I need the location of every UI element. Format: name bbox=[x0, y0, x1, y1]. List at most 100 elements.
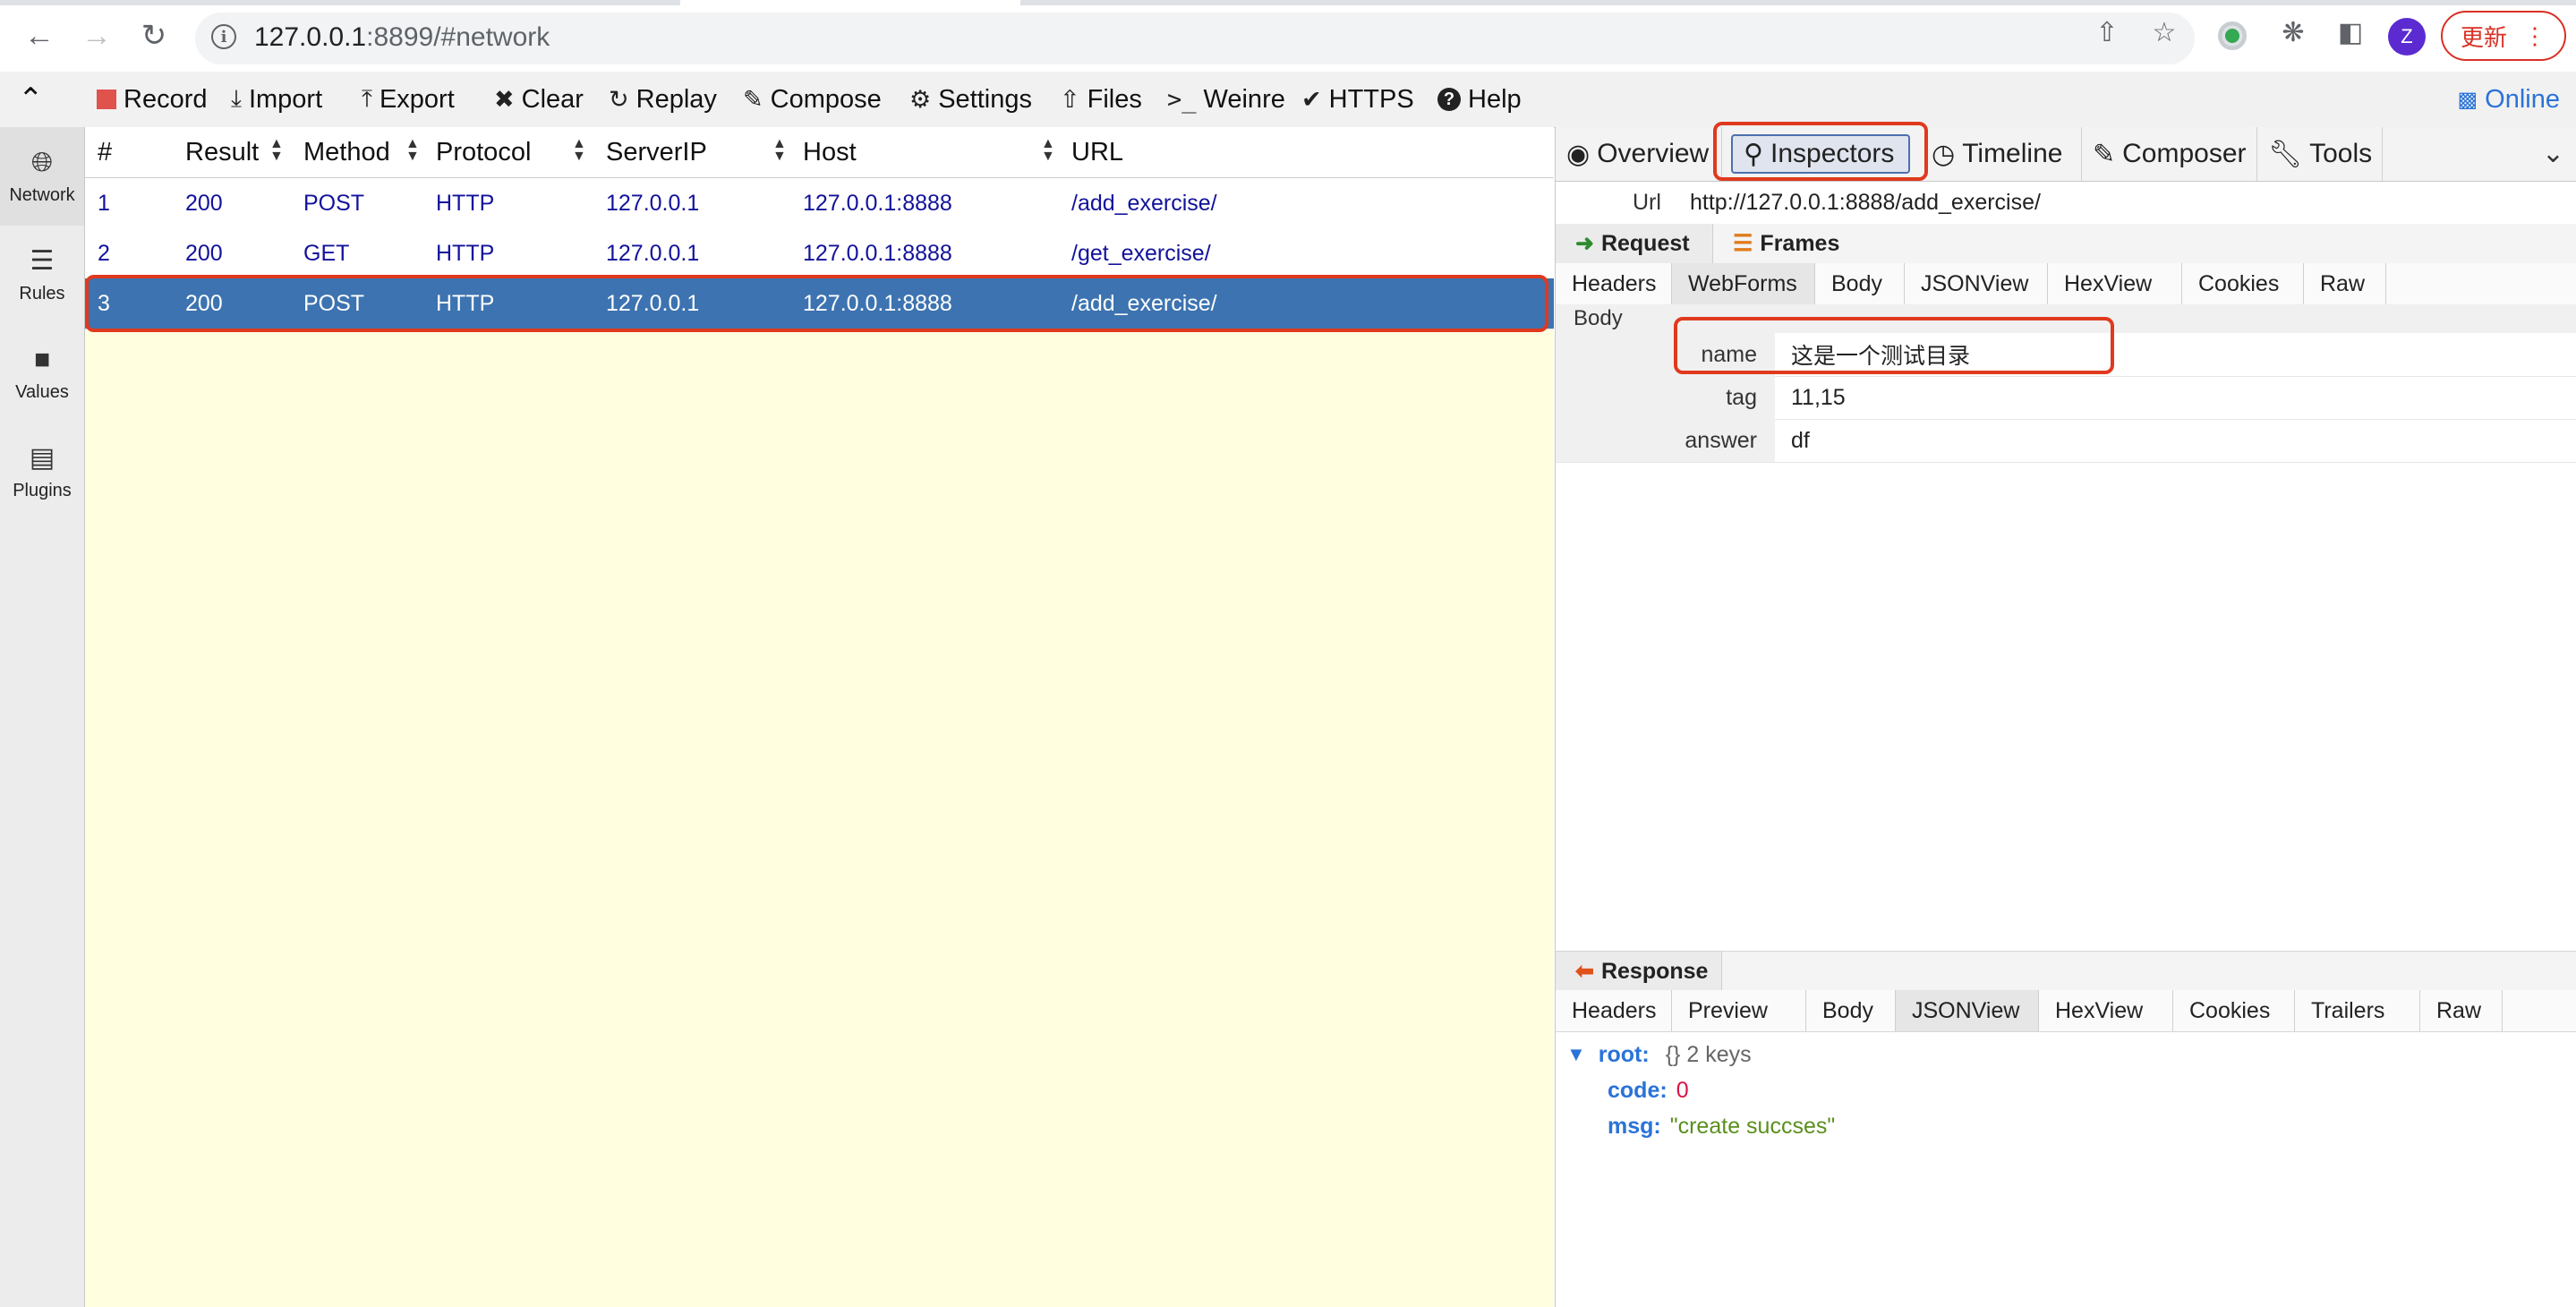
form-field-value[interactable]: 11,15 bbox=[1791, 376, 1846, 419]
tab-request-cookies[interactable]: Cookies bbox=[2182, 263, 2304, 304]
record-button[interactable]: Record bbox=[97, 72, 208, 127]
terminal-icon: >_ bbox=[1167, 85, 1197, 114]
files-button[interactable]: ⇧ Files bbox=[1060, 72, 1142, 127]
form-field-value[interactable]: df bbox=[1791, 419, 1810, 462]
active-browser-tab[interactable] bbox=[680, 0, 1020, 5]
settings-button[interactable]: ⚙ Settings bbox=[909, 72, 1032, 127]
highlight-box-selected-row bbox=[85, 275, 1548, 332]
form-field-row: answer df bbox=[1556, 419, 2576, 463]
column-header-serverip[interactable]: ServerIP bbox=[606, 127, 707, 177]
compose-icon: ✎ bbox=[743, 85, 763, 113]
sidebar-item-values[interactable]: ■ Values bbox=[0, 324, 84, 423]
profile-avatar[interactable]: Z bbox=[2388, 18, 2426, 56]
sort-icon[interactable]: ▲ ▼ bbox=[1041, 137, 1055, 164]
caret-down-icon[interactable]: ▼ bbox=[1566, 1043, 1586, 1066]
help-icon: ? bbox=[1437, 88, 1461, 111]
back-icon[interactable]: ← bbox=[14, 11, 64, 61]
replay-icon: ↻ bbox=[609, 85, 629, 113]
browser-chrome: ← → ↻ i 127.0.0.1:8899/#network ⇧ ☆ ❋ ◧ … bbox=[0, 0, 2576, 73]
https-button[interactable]: ✔ HTTPS bbox=[1301, 72, 1414, 127]
tab-request-raw[interactable]: Raw bbox=[2304, 263, 2386, 304]
tab-overview[interactable]: ◉ Overview bbox=[1556, 127, 1722, 181]
chevron-down-icon[interactable]: ⌄ bbox=[2542, 138, 2564, 169]
collapse-toolbar-icon[interactable]: ⌃ bbox=[18, 72, 44, 127]
arrow-right-icon: ➜ bbox=[1575, 231, 1594, 256]
tab-timeline[interactable]: ◷ Timeline bbox=[1921, 127, 2082, 181]
highlight-box-name-field bbox=[1674, 317, 2114, 374]
column-header-index[interactable]: # bbox=[98, 127, 112, 177]
extensions-puzzle-icon[interactable]: ❋ bbox=[2272, 11, 2315, 54]
sort-icon[interactable]: ▲ ▼ bbox=[269, 137, 284, 164]
sort-icon[interactable]: ▲ ▼ bbox=[772, 137, 787, 164]
column-header-result[interactable]: Result bbox=[185, 127, 259, 177]
response-tab[interactable]: ⬅ Response bbox=[1556, 952, 1722, 991]
online-status[interactable]: ▩ Online bbox=[2457, 72, 2560, 127]
sidebar-item-rules[interactable]: ☰ Rules bbox=[0, 226, 84, 324]
json-root-line[interactable]: ▼ root: {} 2 keys bbox=[1566, 1037, 1752, 1072]
extension-status-icon[interactable] bbox=[2218, 21, 2247, 50]
sort-icon[interactable]: ▲ ▼ bbox=[405, 137, 420, 164]
column-header-host[interactable]: Host bbox=[803, 127, 857, 177]
tab-composer-label: Composer bbox=[2122, 139, 2247, 168]
record-label: Record bbox=[124, 84, 208, 114]
tab-response-hexview[interactable]: HexView bbox=[2039, 990, 2173, 1031]
tab-composer[interactable]: ✎ Composer bbox=[2082, 127, 2257, 181]
reload-icon[interactable]: ↻ bbox=[129, 11, 179, 61]
tab-response-trailers[interactable]: Trailers bbox=[2295, 990, 2420, 1031]
sort-icon[interactable]: ▲ ▼ bbox=[572, 137, 586, 164]
json-entry: msg: "create succses" bbox=[1608, 1108, 1835, 1144]
folder-icon: ■ bbox=[33, 344, 51, 374]
tab-response-raw[interactable]: Raw bbox=[2420, 990, 2503, 1031]
sidebar-item-network[interactable]: 🌐︎ Network bbox=[0, 127, 84, 226]
clear-button[interactable]: ✖ Clear bbox=[494, 72, 584, 127]
update-button[interactable]: 更新 ⋮ bbox=[2441, 11, 2566, 61]
tab-response-headers[interactable]: Headers bbox=[1556, 990, 1672, 1031]
row-result: 200 bbox=[185, 240, 223, 266]
export-button[interactable]: ⤒ Export bbox=[362, 72, 455, 127]
column-header-protocol[interactable]: Protocol bbox=[436, 127, 531, 177]
address-bar[interactable]: i 127.0.0.1:8899/#network bbox=[195, 13, 2195, 64]
tab-response-body[interactable]: Body bbox=[1806, 990, 1896, 1031]
url-value[interactable]: http://127.0.0.1:8888/add_exercise/ bbox=[1690, 190, 2041, 216]
json-root-key: root: bbox=[1598, 1041, 1650, 1067]
table-row[interactable]: 2 200 GET HTTP 127.0.0.1 127.0.0.1:8888 … bbox=[85, 228, 1554, 279]
forward-icon[interactable]: → bbox=[72, 11, 122, 61]
replay-button[interactable]: ↻ Replay bbox=[609, 72, 717, 127]
wrench-icon: 🔧︎ bbox=[2268, 139, 2303, 169]
tab-request-hexview[interactable]: HexView bbox=[2048, 263, 2182, 304]
bookmark-star-icon[interactable]: ☆ bbox=[2143, 11, 2186, 54]
import-button[interactable]: ⤓ Import bbox=[231, 72, 322, 127]
table-row[interactable]: 1 200 POST HTTP 127.0.0.1 127.0.0.1:8888… bbox=[85, 178, 1554, 229]
form-field-key: answer bbox=[1556, 419, 1775, 462]
row-method: GET bbox=[303, 240, 350, 266]
tab-request-headers[interactable]: Headers bbox=[1556, 263, 1672, 304]
tab-request-webforms[interactable]: WebForms bbox=[1672, 263, 1815, 304]
row-method: POST bbox=[303, 190, 365, 216]
site-info-icon[interactable]: i bbox=[211, 24, 236, 49]
side-panel-icon[interactable]: ◧ bbox=[2329, 11, 2372, 54]
compose-label: Compose bbox=[770, 84, 882, 114]
import-icon: ⤓ bbox=[231, 85, 242, 112]
tab-tools[interactable]: 🔧︎ Tools bbox=[2257, 127, 2383, 181]
row-protocol: HTTP bbox=[436, 190, 495, 216]
address-url[interactable]: 127.0.0.1:8899/#network bbox=[254, 22, 550, 53]
row-protocol: HTTP bbox=[436, 240, 495, 266]
share-icon[interactable]: ⇧ bbox=[2086, 11, 2128, 54]
network-list: # Result ▲ ▼ Method ▲ ▼ Protocol ▲ ▼ Server… bbox=[85, 127, 1554, 1307]
request-tab[interactable]: ➜ Request bbox=[1556, 224, 1713, 263]
frames-tab[interactable]: ☰ Frames bbox=[1713, 224, 1874, 263]
json-value: "create succses" bbox=[1669, 1113, 1836, 1139]
compose-button[interactable]: ✎ Compose bbox=[743, 72, 882, 127]
tab-response-preview[interactable]: Preview bbox=[1672, 990, 1806, 1031]
sidebar-item-plugins[interactable]: ▤ Plugins bbox=[0, 423, 84, 521]
url-host: 127.0.0.1 bbox=[254, 22, 367, 52]
weinre-button[interactable]: >_ Weinre bbox=[1167, 72, 1285, 127]
tab-request-body[interactable]: Body bbox=[1815, 263, 1905, 304]
help-button[interactable]: ? Help bbox=[1437, 72, 1522, 127]
tab-response-cookies[interactable]: Cookies bbox=[2173, 990, 2295, 1031]
column-header-url[interactable]: URL bbox=[1071, 127, 1123, 177]
column-header-method[interactable]: Method bbox=[303, 127, 390, 177]
tab-response-jsonview[interactable]: JSONView bbox=[1896, 990, 2039, 1031]
tab-request-jsonview[interactable]: JSONView bbox=[1905, 263, 2048, 304]
sidebar-item-label: Plugins bbox=[13, 481, 72, 500]
